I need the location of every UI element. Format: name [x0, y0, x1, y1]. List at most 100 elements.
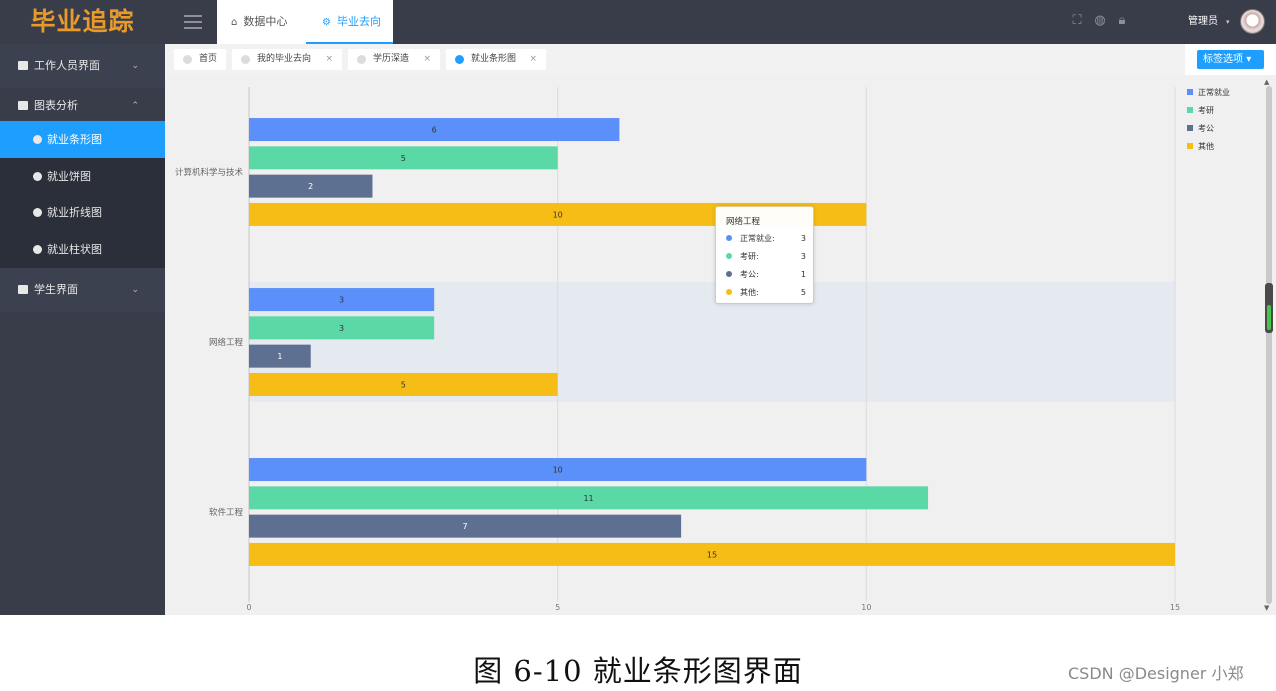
bar-value-label: 1 — [277, 352, 282, 361]
sidebar-item-pie-chart[interactable]: 就业饼图 — [0, 158, 165, 195]
tab-label: 数据中心 — [243, 15, 288, 28]
bar-value-label: 2 — [308, 182, 313, 191]
sidebar-item-line-chart[interactable]: 就业折线图 — [0, 194, 165, 231]
tag-options-label: 标签选项 — [1203, 54, 1243, 65]
sidebar-item-label: 就业折线图 — [47, 206, 102, 219]
close-icon[interactable]: × — [529, 49, 537, 70]
page-tab-bar-chart[interactable]: 就业条形图 × — [446, 49, 546, 70]
page-tab-further-education[interactable]: 学历深造 × — [348, 49, 440, 70]
legend-item-postgraduate[interactable]: 考研 — [1187, 106, 1214, 116]
scrollbar-track[interactable] — [1266, 86, 1272, 604]
user-name[interactable]: 管理员 — [1188, 0, 1218, 44]
sidebar-item-staff[interactable]: 工作人员界面 ⌄ — [0, 44, 165, 88]
bar-chart: 0 5 10 15计算机科学与技术网络工程软件工程6521033151011715 — [175, 87, 1180, 612]
app-window: 毕业追踪 ⌂ 数据中心 ⚙ 毕业去向 ⛶ ◍ 🔒︎ 管理员 ▾ 工作人员界面 ⌄ 图… — [0, 0, 1276, 615]
chevron-down-icon: ⌄ — [131, 285, 139, 295]
avatar[interactable] — [1240, 9, 1265, 34]
scroll-up-icon[interactable]: ▲ — [1264, 78, 1269, 86]
tab-label: 毕业去向 — [336, 15, 381, 28]
page-tab-label: 首页 — [199, 54, 218, 64]
close-icon[interactable]: × — [423, 49, 431, 70]
sidebar-item-label: 图表分析 — [34, 99, 78, 112]
tab-dot-icon — [183, 55, 192, 64]
sidebar-item-label: 学生界面 — [34, 283, 78, 296]
tooltip-row: 考公: 1 — [726, 269, 806, 281]
globe-icon[interactable]: ◍ — [1093, 14, 1107, 28]
pie-chart-icon — [33, 172, 42, 181]
bar-value-label: 10 — [553, 210, 563, 219]
chart-area: 0 5 10 15 计算机科学与技术 网络工程 软件工程 6 5 2 10 3 3 1 5 10 11 7 15 — [165, 75, 1262, 615]
tooltip-row: 其他: 5 — [726, 287, 806, 299]
tab-dot-icon — [357, 55, 366, 64]
bar-value-label: 6 — [432, 126, 437, 135]
legend-item-employment[interactable]: 正常就业 — [1187, 88, 1230, 98]
x-tick-label: 5 — [555, 603, 560, 612]
tooltip-label: 正常就业: — [740, 234, 775, 243]
sidebar-item-label: 就业饼图 — [47, 170, 91, 183]
legend-label: 考研 — [1198, 106, 1214, 115]
line-chart-icon — [33, 208, 42, 217]
watermark: CSDN @Designer 小郑 — [1068, 664, 1244, 683]
close-icon[interactable]: × — [325, 49, 333, 70]
lock-icon[interactable]: 🔒︎ — [1115, 14, 1129, 28]
home-icon: ⌂ — [231, 17, 238, 28]
page-tab-my-graduation[interactable]: 我的毕业去向 × — [232, 49, 342, 70]
top-bar: 毕业追踪 ⌂ 数据中心 ⚙ 毕业去向 ⛶ ◍ 🔒︎ 管理员 ▾ — [0, 0, 1276, 44]
tab-graduation-destination[interactable]: ⚙ 毕业去向 — [306, 0, 393, 44]
tag-options-button[interactable]: 标签选项 ▾ — [1197, 50, 1264, 69]
bar-value-label: 3 — [339, 296, 344, 305]
sidebar: 工作人员界面 ⌄ 图表分析 ⌃ 就业条形图 就业饼图 就业折线图 就业柱状图 学… — [0, 44, 165, 615]
legend-item-civil-service[interactable]: 考公 — [1187, 124, 1214, 134]
tooltip-label: 其他: — [740, 288, 759, 297]
menu-toggle-icon[interactable] — [184, 15, 202, 29]
bar-value-label: 11 — [583, 494, 593, 503]
tooltip-value: 1 — [800, 270, 806, 279]
chevron-down-icon[interactable]: ▾ — [1226, 0, 1230, 44]
bar-value-label: 7 — [463, 522, 468, 531]
y-category-label: 计算机科学与技术 — [175, 167, 244, 178]
chart-tooltip: 网络工程 正常就业: 3 考研: 3 考公: 1 其他: 5 — [715, 206, 814, 304]
tooltip-label: 考研: — [740, 252, 759, 261]
sidebar-item-label: 工作人员界面 — [34, 59, 100, 72]
x-tick-label: 10 — [861, 603, 871, 612]
y-category-label: 软件工程 — [209, 507, 244, 518]
staff-icon — [18, 61, 28, 70]
x-tick-label: 15 — [1170, 603, 1180, 612]
sidebar-item-column-chart[interactable]: 就业柱状图 — [0, 231, 165, 268]
sidebar-item-label: 就业柱状图 — [47, 243, 102, 256]
list-icon — [18, 285, 28, 294]
page-tab-home[interactable]: 首页 — [174, 49, 226, 70]
legend-swatch — [1187, 107, 1193, 113]
tooltip-row: 正常就业: 3 — [726, 233, 806, 245]
tooltip-title: 网络工程 — [726, 217, 761, 227]
column-chart-icon — [33, 245, 42, 254]
scrollbar-grip — [1267, 305, 1271, 330]
legend-item-other[interactable]: 其他 — [1187, 142, 1214, 152]
sidebar-item-label: 就业条形图 — [47, 133, 102, 146]
app-logo: 毕业追踪 — [0, 0, 165, 44]
bar-value-label: 3 — [339, 324, 344, 333]
tooltip-value: 5 — [800, 288, 806, 297]
y-category-label: 网络工程 — [209, 337, 244, 348]
tab-dot-icon — [241, 55, 250, 64]
page-tab-bar: 首页 我的毕业去向 × 学历深造 × 就业条形图 × — [165, 44, 1276, 75]
bar-value-label: 10 — [553, 466, 563, 475]
tooltip-dot — [726, 289, 732, 295]
bar-chart-icon — [33, 135, 42, 144]
sidebar-item-student[interactable]: 学生界面 ⌄ — [0, 268, 165, 312]
tooltip-value: 3 — [800, 234, 806, 243]
legend-swatch — [1187, 89, 1193, 95]
tab-data-center[interactable]: ⌂ 数据中心 — [217, 0, 306, 44]
legend-label: 正常就业 — [1198, 88, 1230, 97]
scroll-down-icon[interactable]: ▼ — [1264, 604, 1269, 612]
x-tick-label: 0 — [246, 603, 251, 612]
sidebar-item-bar-chart[interactable]: 就业条形图 — [0, 121, 165, 158]
fullscreen-icon[interactable]: ⛶ — [1070, 14, 1084, 28]
tooltip-dot — [726, 253, 732, 259]
tooltip-dot — [726, 271, 732, 277]
legend-label: 其他 — [1198, 142, 1214, 151]
tooltip-value: 3 — [800, 252, 806, 261]
bar-value-label: 5 — [401, 154, 406, 163]
chevron-down-icon: ⌄ — [131, 61, 139, 71]
tooltip-dot — [726, 235, 732, 241]
